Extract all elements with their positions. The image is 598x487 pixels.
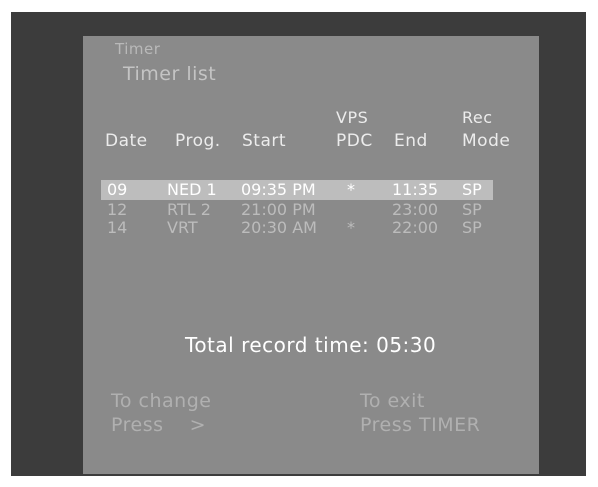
row-vps: * xyxy=(347,180,355,199)
row-prog: VRT xyxy=(167,218,198,237)
menu-title: Timer xyxy=(115,40,161,58)
row-end: 11:35 xyxy=(392,180,439,199)
row-vps: * xyxy=(347,218,355,237)
row-end: 23:00 xyxy=(392,200,439,219)
timer-row[interactable]: 09 NED 1 09:35 PM * 11:35 SP xyxy=(101,180,493,200)
timer-row[interactable]: 14 VRT 20:30 AM * 22:00 SP xyxy=(101,218,493,238)
row-start: 20:30 AM xyxy=(241,218,317,237)
row-prog: RTL 2 xyxy=(167,200,211,219)
col-mode: Mode xyxy=(462,131,511,151)
col-rec: Rec xyxy=(462,108,493,127)
col-pdc: PDC xyxy=(336,131,373,151)
col-prog: Prog. xyxy=(175,131,221,151)
col-start: Start xyxy=(242,131,287,151)
row-date: 12 xyxy=(107,200,128,219)
osd-screen: Timer Timer list Date Prog. Start VPS PD… xyxy=(83,36,539,474)
row-mode: SP xyxy=(462,180,482,199)
row-mode: SP xyxy=(462,218,482,237)
row-mode: SP xyxy=(462,200,482,219)
exit-hint-line2: Press TIMER xyxy=(360,414,481,436)
menu-subtitle: Timer list xyxy=(123,63,217,85)
col-vps: VPS xyxy=(336,108,369,127)
col-end: End xyxy=(394,131,428,151)
row-start: 21:00 PM xyxy=(241,200,316,219)
change-hint-line1: To change xyxy=(111,390,212,412)
row-date: 09 xyxy=(107,180,128,199)
total-record-time: Total record time: 05:30 xyxy=(185,333,437,357)
row-prog: NED 1 xyxy=(167,180,217,199)
col-date: Date xyxy=(105,131,148,151)
timer-row[interactable]: 12 RTL 2 21:00 PM 23:00 SP xyxy=(101,200,493,220)
row-end: 22:00 xyxy=(392,218,439,237)
exit-hint-line1: To exit xyxy=(360,390,425,412)
change-hint-line2: Press > xyxy=(111,414,207,436)
row-start: 09:35 PM xyxy=(241,180,316,199)
row-date: 14 xyxy=(107,218,128,237)
